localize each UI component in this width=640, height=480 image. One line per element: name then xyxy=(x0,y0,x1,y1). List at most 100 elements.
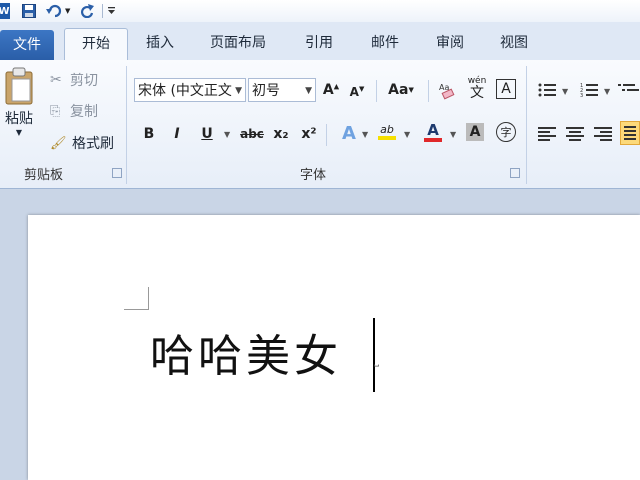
grow-font-button[interactable]: A▲ xyxy=(320,79,342,101)
superscript-button[interactable]: x² xyxy=(298,123,320,145)
text-effect-icon: A xyxy=(342,122,356,144)
underline-dropdown-icon[interactable]: ▼ xyxy=(224,130,230,139)
change-case-label: Aa xyxy=(388,82,409,98)
subscript-icon: x₂ xyxy=(273,126,289,142)
superscript-icon: x² xyxy=(301,126,317,142)
tab-references[interactable]: 引用 xyxy=(296,28,342,60)
ribbon-home: 粘贴 ▼ ✂ 剪切 ⎘ 复制 🖌 格式刷 剪贴板 宋体 (中文正文 ▼ 初号 ▼… xyxy=(0,60,640,189)
tab-insert[interactable]: 插入 xyxy=(138,28,182,60)
highlight-icon: ab xyxy=(380,123,394,136)
font-name-combo[interactable]: 宋体 (中文正文 ▼ xyxy=(134,78,246,102)
redo-icon xyxy=(81,4,95,18)
font-name-value: 宋体 (中文正文 xyxy=(138,83,232,99)
grow-font-icon: A▲ xyxy=(322,82,340,98)
change-case-button[interactable]: Aa ▼ xyxy=(386,79,416,101)
format-painter-button[interactable]: 🖌 格式刷 xyxy=(50,133,114,153)
italic-icon: I xyxy=(174,126,180,142)
align-center-icon xyxy=(566,127,584,141)
align-right-icon xyxy=(594,127,612,141)
font-group-label: 字体 xyxy=(300,168,327,183)
numbering-button[interactable]: 1 2 3 xyxy=(578,79,600,101)
copy-icon: ⎘ xyxy=(50,103,61,119)
text-cursor xyxy=(373,318,375,392)
divider xyxy=(428,80,429,102)
font-color-dropdown-icon[interactable]: ▼ xyxy=(450,130,456,139)
change-case-dropdown-icon[interactable]: ▼ xyxy=(408,86,413,94)
clear-format-button[interactable]: Aa xyxy=(436,79,458,101)
bold-button[interactable]: B xyxy=(138,123,160,145)
tab-file[interactable]: 文件 xyxy=(0,30,54,60)
svg-text:3: 3 xyxy=(580,93,583,98)
divider xyxy=(376,80,377,102)
font-color-bar xyxy=(424,137,442,142)
font-color-button[interactable]: A xyxy=(422,121,444,143)
font-launcher-icon[interactable] xyxy=(510,168,520,178)
italic-button[interactable]: I xyxy=(166,123,188,145)
multilevel-list-icon xyxy=(618,84,639,91)
undo-icon xyxy=(46,4,62,18)
copy-button[interactable]: ⎘ 复制 xyxy=(50,101,98,121)
group-separator xyxy=(126,66,127,184)
customize-qat-button[interactable] xyxy=(107,0,116,22)
numbered-list-icon: 1 2 3 xyxy=(580,83,598,98)
paste-dropdown-icon[interactable]: ▼ xyxy=(16,128,22,137)
margin-corner-mark xyxy=(124,287,149,310)
clipboard-launcher-icon[interactable] xyxy=(112,168,122,178)
underline-button[interactable]: U xyxy=(196,123,218,145)
align-right-button[interactable] xyxy=(592,123,614,145)
text-effect-dropdown-icon[interactable]: ▼ xyxy=(362,130,368,139)
group-separator xyxy=(526,66,527,184)
font-size-dropdown-icon[interactable]: ▼ xyxy=(305,79,312,101)
text-effect-button[interactable]: A xyxy=(338,122,360,144)
bullets-button[interactable] xyxy=(536,79,558,101)
tab-review[interactable]: 审阅 xyxy=(426,28,474,60)
word-logo-icon: W xyxy=(0,3,10,19)
enclose-characters-icon: 字 xyxy=(500,126,512,139)
highlight-color-bar xyxy=(378,136,396,140)
paste-button[interactable]: 粘贴 ▼ xyxy=(2,66,36,137)
quick-access-toolbar: W ▼ xyxy=(0,0,640,22)
phonetic-guide-button[interactable]: wén 文 xyxy=(466,76,488,101)
undo-dropdown-icon[interactable]: ▼ xyxy=(65,7,70,15)
save-button[interactable] xyxy=(10,0,36,22)
tab-page-layout[interactable]: 页面布局 xyxy=(200,28,276,60)
align-left-button[interactable] xyxy=(536,123,558,145)
highlight-dropdown-icon[interactable]: ▼ xyxy=(404,130,410,139)
paste-icon xyxy=(5,67,33,105)
font-size-combo[interactable]: 初号 ▼ xyxy=(248,78,316,102)
align-left-icon xyxy=(538,127,556,141)
bullet-list-icon xyxy=(538,83,556,97)
enclose-characters-button[interactable]: 字 xyxy=(496,122,516,142)
ibeam-cursor-icon: ⵯ xyxy=(374,364,380,375)
customize-dropdown-icon xyxy=(108,7,116,14)
character-border-icon: A xyxy=(501,81,511,97)
redo-button[interactable] xyxy=(80,0,95,22)
character-shading-button[interactable]: A xyxy=(466,123,484,141)
font-size-value: 初号 xyxy=(252,83,280,99)
character-shading-icon: A xyxy=(469,124,481,140)
align-center-button[interactable] xyxy=(564,123,586,145)
font-name-dropdown-icon[interactable]: ▼ xyxy=(235,79,242,101)
document-text[interactable]: 哈哈美女 xyxy=(150,320,342,384)
subscript-button[interactable]: x₂ xyxy=(270,123,292,145)
bullets-dropdown-icon[interactable]: ▼ xyxy=(562,87,568,96)
paste-label: 粘贴 xyxy=(5,111,33,127)
shrink-font-icon: A▼ xyxy=(349,85,365,99)
font-color-icon: A xyxy=(427,120,439,139)
numbering-dropdown-icon[interactable]: ▼ xyxy=(604,87,610,96)
tab-mailings[interactable]: 邮件 xyxy=(360,28,410,60)
strikethrough-icon: abc xyxy=(240,127,264,141)
justify-button[interactable] xyxy=(620,121,640,145)
tab-home[interactable]: 开始 xyxy=(64,28,128,62)
strikethrough-button[interactable]: abc xyxy=(238,123,266,145)
phonetic-guide-char: 文 xyxy=(470,84,484,101)
qat-separator xyxy=(102,4,104,18)
multilevel-list-button[interactable] xyxy=(618,79,640,101)
undo-button[interactable]: ▼ xyxy=(46,0,70,22)
highlight-button[interactable]: ab xyxy=(376,121,398,143)
cut-button[interactable]: ✂ 剪切 xyxy=(50,70,98,90)
shrink-font-button[interactable]: A▼ xyxy=(346,81,368,103)
tab-view[interactable]: 视图 xyxy=(490,28,538,60)
divider xyxy=(326,124,327,146)
character-border-button[interactable]: A xyxy=(496,79,516,99)
